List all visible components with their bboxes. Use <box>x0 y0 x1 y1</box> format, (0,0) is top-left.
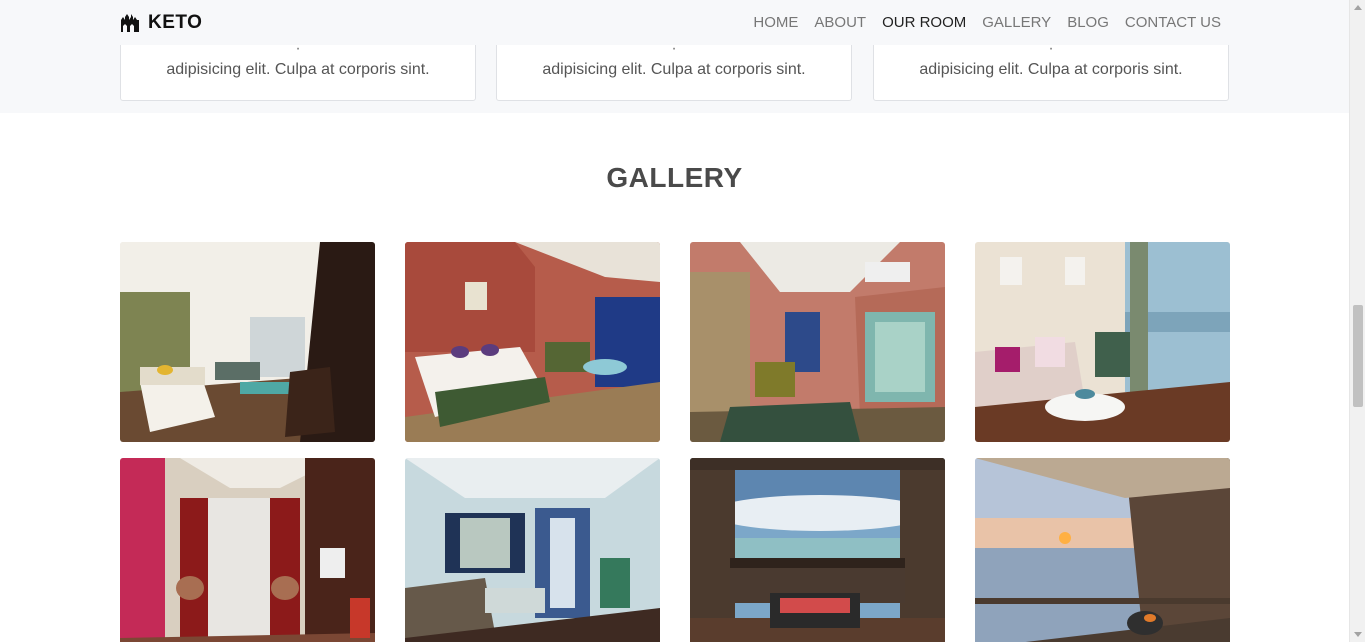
gallery-image[interactable] <box>120 458 375 642</box>
nav-about[interactable]: ABOUT <box>814 13 866 33</box>
scroll-thumb[interactable] <box>1353 305 1363 407</box>
gallery-image[interactable] <box>690 458 945 642</box>
room-card-description: adipisicing elit. Culpa at corporis sint… <box>166 61 430 78</box>
gallery-title: GALLERY <box>606 162 743 193</box>
gallery-image[interactable] <box>975 242 1230 442</box>
nav-gallery[interactable]: GALLERY <box>982 13 1051 33</box>
gallery-image[interactable] <box>690 242 945 442</box>
gallery-image[interactable] <box>405 458 660 642</box>
nav-contact-us[interactable]: CONTACT US <box>1125 13 1221 33</box>
navbar: KETO HOME ABOUT OUR ROOM GALLERY BLOG CO… <box>0 0 1349 45</box>
gallery-image[interactable] <box>120 242 375 442</box>
page-scrollbar[interactable] <box>1349 0 1365 642</box>
nav-our-room[interactable]: OUR ROOM <box>882 13 966 33</box>
scroll-up-icon[interactable] <box>1354 5 1362 10</box>
gallery-image[interactable] <box>975 458 1230 642</box>
brand-name: KETO <box>148 12 203 33</box>
scroll-down-icon[interactable] <box>1354 632 1362 637</box>
nav-home[interactable]: HOME <box>753 13 798 33</box>
gallery-image[interactable] <box>405 242 660 442</box>
brand-link[interactable]: KETO <box>120 11 202 35</box>
room-card-description: adipisicing elit. Culpa at corporis sint… <box>542 61 806 78</box>
room-card-description: adipisicing elit. Culpa at corporis sint… <box>919 61 1183 78</box>
castle-logo-icon <box>121 14 139 32</box>
main-nav: HOME ABOUT OUR ROOM GALLERY BLOG CONTACT… <box>753 13 1221 33</box>
nav-blog[interactable]: BLOG <box>1067 13 1109 33</box>
